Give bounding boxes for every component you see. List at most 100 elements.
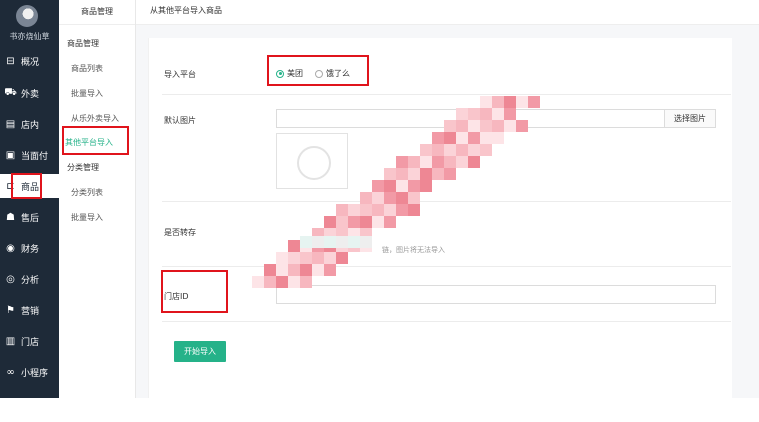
mosaic-cell [384, 204, 396, 216]
subnav-item-import-lewaimai[interactable]: 从乐外卖导入 [71, 113, 119, 124]
mosaic-cell [300, 252, 312, 264]
mosaic-cell [504, 120, 516, 132]
sidebar-item-finance[interactable]: ◉ 财务 [0, 236, 59, 260]
mosaic-cell [372, 216, 384, 228]
mosaic-cell [288, 276, 300, 288]
shop-name: 书亦烧仙草 [9, 32, 50, 41]
subnav-title: 商品管理 [59, 0, 135, 25]
mosaic-cell [276, 252, 288, 264]
store-id-input[interactable] [276, 285, 716, 304]
finance-icon: ◉ [6, 242, 15, 254]
mosaic-cell [504, 96, 516, 108]
mosaic-cell [384, 168, 396, 180]
mosaic-cell [348, 236, 360, 248]
miniprogram-icon: ∞ [6, 366, 15, 378]
mosaic-cell [396, 180, 408, 192]
mosaic-cell [336, 216, 348, 228]
mosaic-cell [408, 156, 420, 168]
mosaic-cell [360, 216, 372, 228]
sidebar-item-shop[interactable]: ▥ 门店 [0, 329, 59, 353]
mosaic-cell [444, 168, 456, 180]
mosaic-cell [408, 204, 420, 216]
mosaic-cell [516, 96, 528, 108]
mosaic-cell [324, 216, 336, 228]
mosaic-cell [396, 204, 408, 216]
mosaic-cell [360, 236, 372, 248]
mosaic-cell [420, 144, 432, 156]
mosaic-cell [312, 236, 324, 248]
mosaic-cell [432, 168, 444, 180]
mosaic-cell [456, 144, 468, 156]
subnav-item-batch-import[interactable]: 批量导入 [71, 88, 103, 99]
mosaic-cell [468, 120, 480, 132]
sidebar-item-face-pay[interactable]: ▣ 当面付 [0, 143, 59, 167]
mosaic-cell [504, 108, 516, 120]
mosaic-cell [324, 252, 336, 264]
mosaic-cell [480, 96, 492, 108]
sidebar-item-overview[interactable]: ⊟ 概况 [0, 49, 59, 73]
analytics-icon: ◎ [6, 273, 15, 285]
mosaic-cell [348, 204, 360, 216]
mosaic-cell [444, 120, 456, 132]
annotation-box-subnav [62, 126, 129, 155]
avatar[interactable] [16, 5, 38, 27]
mosaic-cell [396, 168, 408, 180]
mosaic-cell [288, 264, 300, 276]
sidebar-item-delivery[interactable]: ⛟ 外卖 [0, 81, 59, 105]
sidebar-item-marketing[interactable]: ⚑ 营销 [0, 298, 59, 322]
delivery-icon: ⛟ [4, 86, 17, 98]
sidebar-item-miniprogram[interactable]: ∞ 小程序 [0, 360, 59, 384]
mosaic-cell [372, 192, 384, 204]
mosaic-cell [396, 192, 408, 204]
divider [162, 266, 731, 267]
mosaic-cell [300, 236, 312, 248]
divider [162, 321, 731, 322]
mosaic-cell [264, 276, 276, 288]
mosaic-cell [372, 180, 384, 192]
mosaic-cell [276, 264, 288, 276]
mosaic-cell [444, 144, 456, 156]
sidebar-item-analytics[interactable]: ◎ 分析 [0, 267, 59, 291]
start-import-button[interactable]: 开始导入 [174, 341, 226, 362]
mosaic-cell [312, 252, 324, 264]
transfer-label: 是否转存 [164, 228, 196, 237]
image-placeholder-icon [297, 146, 331, 180]
mosaic-cell [468, 156, 480, 168]
content-header: 从其他平台导入商品 [136, 0, 759, 25]
mosaic-cell [348, 216, 360, 228]
subnav-item-category-import[interactable]: 批量导入 [71, 212, 103, 223]
mosaic-cell [456, 108, 468, 120]
mosaic-cell [480, 132, 492, 144]
sidebar-item-aftersale[interactable]: ☗ 售后 [0, 205, 59, 229]
mosaic-cell [420, 168, 432, 180]
platform-label: 导入平台 [164, 70, 196, 79]
mosaic-cell [408, 180, 420, 192]
mosaic-cell [492, 108, 504, 120]
mosaic-cell [288, 240, 300, 252]
mosaic-cell [492, 132, 504, 144]
mosaic-cell [408, 192, 420, 204]
mosaic-cell [528, 96, 540, 108]
mosaic-cell [300, 276, 312, 288]
divider [162, 94, 731, 95]
page-title: 从其他平台导入商品 [150, 6, 222, 15]
pay-icon: ▣ [5, 149, 16, 161]
sidebar-item-instore[interactable]: ▤ 店内 [0, 112, 59, 136]
mosaic-cell [516, 120, 528, 132]
choose-image-button[interactable]: 选择图片 [664, 109, 716, 128]
mosaic-cell [276, 276, 288, 288]
mosaic-cell [300, 264, 312, 276]
subnav-item-goods-list[interactable]: 商品列表 [71, 63, 103, 74]
mosaic-cell [420, 156, 432, 168]
mosaic-cell [288, 252, 300, 264]
subnav-item-category-list[interactable]: 分类列表 [71, 187, 103, 198]
mosaic-cell [360, 204, 372, 216]
aftersale-icon: ☗ [6, 211, 15, 223]
mosaic-cell [468, 132, 480, 144]
mosaic-cell [336, 236, 348, 248]
mosaic-cell [456, 120, 468, 132]
mosaic-cell [468, 144, 480, 156]
subnav-group-goods: 商品管理 [67, 39, 99, 48]
mosaic-cell [324, 236, 336, 248]
annotation-box-platform [267, 55, 369, 86]
